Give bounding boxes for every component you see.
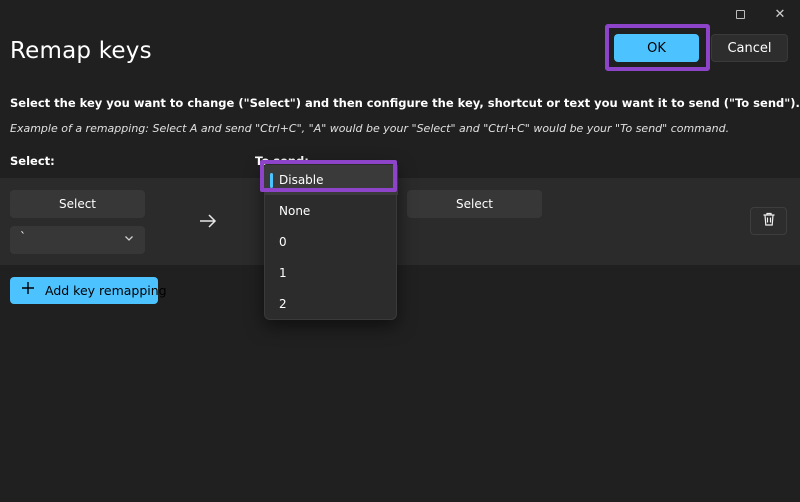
add-button-label: Add key remapping	[45, 283, 167, 298]
disable-item-highlight	[260, 160, 397, 192]
close-icon: ✕	[774, 6, 786, 22]
delete-mapping-button[interactable]	[750, 207, 787, 235]
menu-item-0[interactable]: 0	[265, 227, 398, 257]
ok-button[interactable]: OK	[614, 34, 699, 62]
menu-item-label: 2	[279, 297, 287, 311]
menu-item-1[interactable]: 1	[265, 258, 398, 288]
trash-icon	[761, 211, 777, 231]
example-text: Example of a remapping: Select A and sen…	[10, 122, 730, 135]
cancel-button[interactable]: Cancel	[711, 34, 788, 62]
plus-icon	[21, 281, 35, 298]
menu-item-label: 1	[279, 266, 287, 280]
menu-item-none[interactable]: None	[265, 196, 398, 226]
arrow-right-icon	[198, 211, 218, 235]
page-title: Remap keys	[10, 38, 152, 64]
chevron-down-icon	[124, 232, 134, 246]
select-key-dropdown[interactable]: `	[10, 226, 145, 254]
menu-item-label: None	[279, 204, 311, 218]
maximize-icon	[735, 9, 745, 19]
add-key-remapping-button[interactable]: Add key remapping	[10, 277, 167, 304]
to-send-select-button[interactable]: Select	[407, 190, 542, 218]
menu-item-2[interactable]: 2	[265, 289, 398, 319]
close-window-button[interactable]: ✕	[762, 0, 798, 28]
selected-key-value: `	[20, 230, 26, 244]
maximize-button[interactable]	[722, 0, 758, 28]
remap-keys-window: ✕ Remap keys OK Cancel Select the key yo…	[0, 0, 800, 502]
menu-item-label: 0	[279, 235, 287, 249]
instruction-text: Select the key you want to change ("Sele…	[10, 96, 800, 110]
select-key-button[interactable]: Select	[10, 190, 145, 218]
select-column-header: Select:	[10, 154, 55, 168]
